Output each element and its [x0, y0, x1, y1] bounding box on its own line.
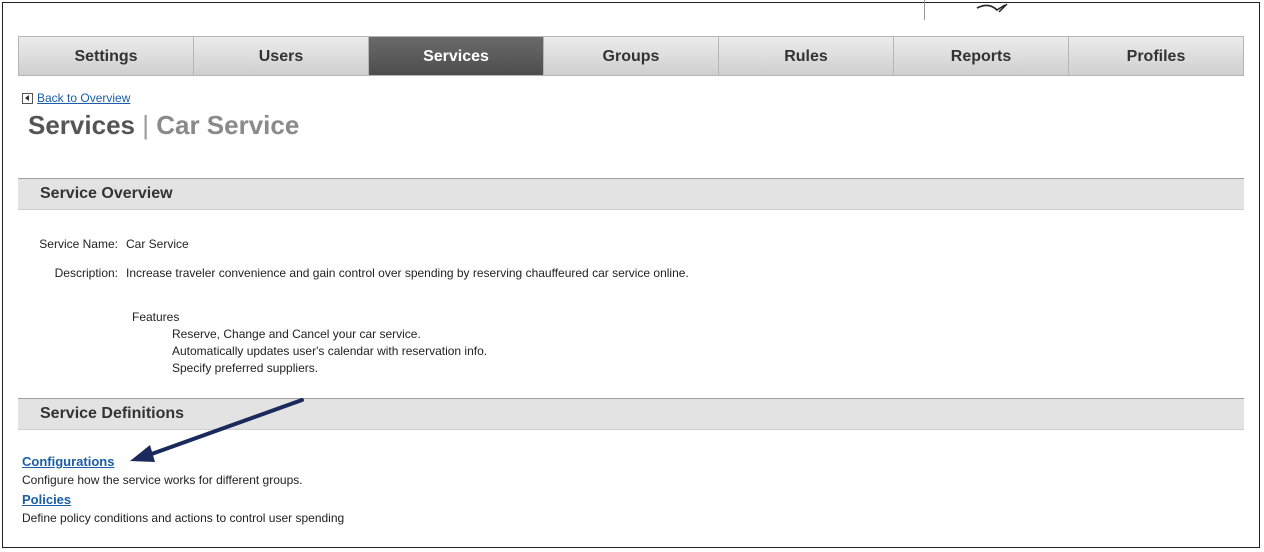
- page-title-main: Services: [28, 110, 135, 140]
- policies-description: Define policy conditions and actions to …: [22, 511, 345, 525]
- configurations-link[interactable]: Configurations: [22, 454, 114, 469]
- tab-users[interactable]: Users: [193, 36, 368, 76]
- page-title-separator: |: [142, 110, 149, 140]
- features-title: Features: [132, 310, 180, 324]
- feature-item: Specify preferred suppliers.: [172, 361, 319, 375]
- tab-services[interactable]: Services: [368, 36, 543, 76]
- page-title-sub: Car Service: [156, 110, 300, 140]
- tab-groups[interactable]: Groups: [543, 36, 718, 76]
- service-definitions-header: Service Definitions: [18, 398, 1244, 430]
- back-navigation: Back to Overview: [22, 90, 130, 106]
- back-to-overview-link[interactable]: Back to Overview: [37, 91, 130, 105]
- feature-item: Automatically updates user's calendar wi…: [172, 344, 488, 358]
- features-block: Features Reserve, Change and Cancel your…: [132, 309, 487, 377]
- logo-swoosh-icon: [976, 3, 1008, 13]
- description-value: Increase traveler convenience and gain c…: [126, 266, 689, 280]
- back-arrow-icon[interactable]: [22, 92, 33, 104]
- service-name-value: Car Service: [126, 237, 189, 251]
- tab-reports[interactable]: Reports: [893, 36, 1068, 76]
- main-nav-tabs: Settings Users Services Groups Rules Rep…: [18, 36, 1244, 76]
- service-name-label: Service Name:: [39, 237, 118, 251]
- feature-item: Reserve, Change and Cancel your car serv…: [172, 327, 421, 341]
- tab-settings[interactable]: Settings: [18, 36, 193, 76]
- description-label: Description:: [54, 266, 118, 280]
- service-name-row: Service Name: Car Service: [22, 237, 189, 251]
- service-overview-header: Service Overview: [18, 178, 1244, 210]
- page-title: Services | Car Service: [28, 110, 299, 141]
- tab-rules[interactable]: Rules: [718, 36, 893, 76]
- logo-fragment: [924, 0, 1045, 20]
- tab-profiles[interactable]: Profiles: [1068, 36, 1244, 76]
- configurations-description: Configure how the service works for diff…: [22, 473, 303, 487]
- description-row: Description: Increase traveler convenienc…: [22, 266, 689, 280]
- policies-link[interactable]: Policies: [22, 492, 71, 507]
